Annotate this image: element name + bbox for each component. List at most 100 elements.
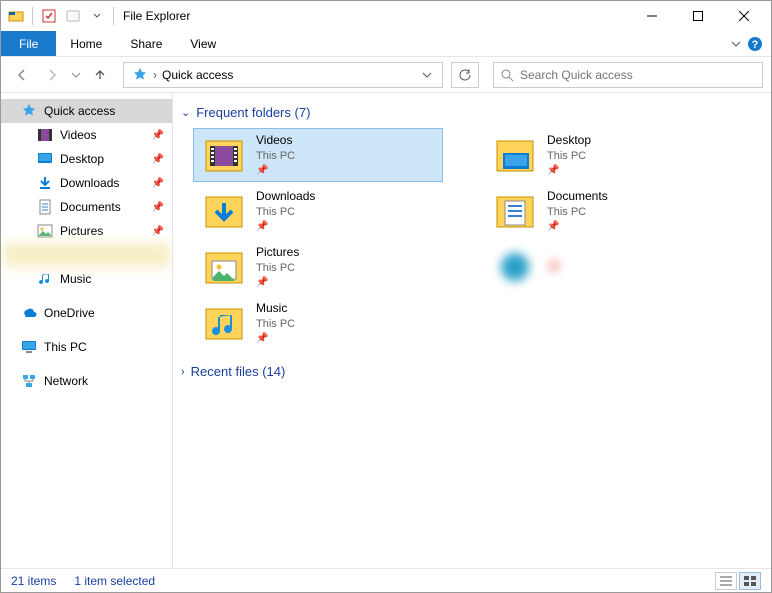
folder-name: Desktop — [547, 133, 591, 149]
details-view-button[interactable] — [715, 572, 737, 590]
group-recent-files[interactable]: › Recent files (14) — [175, 360, 769, 383]
ribbon-expand-icon[interactable] — [731, 39, 741, 49]
folder-location: This PC — [547, 205, 608, 219]
sidebar-item-quick-access[interactable]: Quick access — [1, 99, 172, 123]
sidebar-item-label: Downloads — [60, 176, 119, 190]
view-switcher — [715, 572, 761, 590]
pin-icon: 📌 — [256, 276, 299, 289]
group-label: Recent files (14) — [191, 364, 286, 379]
address-location: Quick access — [162, 68, 233, 82]
folder-item[interactable]: DesktopThis PC📌 — [484, 128, 734, 182]
group-frequent-folders[interactable]: ⌄ Frequent folders (7) — [175, 101, 769, 124]
pin-icon: 📌 — [256, 220, 315, 233]
up-button[interactable] — [87, 62, 113, 88]
tab-share[interactable]: Share — [116, 31, 176, 56]
close-button[interactable] — [721, 1, 767, 31]
sidebar-item-label: This PC — [44, 340, 87, 354]
back-button[interactable] — [9, 62, 35, 88]
folder-item[interactable]: MusicThis PC📌 — [193, 296, 443, 350]
folder-icon — [202, 246, 246, 288]
large-icons-view-button[interactable] — [739, 572, 761, 590]
sidebar-item-pictures[interactable]: Pictures 📌 — [1, 219, 172, 243]
pin-icon: 📌 — [256, 164, 295, 177]
videos-icon — [37, 127, 53, 143]
pin-icon: 📌 — [152, 130, 164, 141]
tab-view[interactable]: View — [176, 31, 230, 56]
folder-name: Videos — [256, 133, 295, 149]
sidebar-item-label: Videos — [60, 128, 96, 142]
pin-icon: 📌 — [256, 332, 295, 345]
folder-icon — [202, 302, 246, 344]
sidebar-item-redacted — [3, 243, 170, 267]
chevron-down-icon: ⌄ — [181, 106, 190, 119]
quick-access-toolbar — [5, 5, 117, 27]
folder-item[interactable]: DocumentsThis PC📌 — [484, 184, 734, 238]
pin-icon: 📌 — [152, 202, 164, 213]
search-box[interactable] — [493, 62, 763, 88]
sidebar-item-onedrive[interactable]: OneDrive — [1, 301, 172, 325]
sidebar-item-label: Documents — [60, 200, 121, 214]
status-bar: 21 items 1 item selected — [1, 568, 771, 592]
folder-item[interactable]: 📌 — [484, 240, 734, 294]
status-selected-count: 1 item selected — [74, 574, 155, 588]
address-dropdown-icon[interactable] — [416, 64, 438, 86]
navigation-bar: › Quick access — [1, 57, 771, 93]
sidebar-item-label: Pictures — [60, 224, 103, 238]
onedrive-icon — [21, 305, 37, 321]
pin-icon: 📌 — [547, 164, 591, 177]
title-bar: File Explorer — [1, 1, 771, 31]
sidebar-item-label: Quick access — [44, 104, 115, 118]
sidebar-item-documents[interactable]: Documents 📌 — [1, 195, 172, 219]
address-bar[interactable]: › Quick access — [123, 62, 443, 88]
help-icon[interactable]: ? — [747, 36, 763, 52]
folder-info: DesktopThis PC📌 — [547, 133, 591, 177]
quick-access-star-icon — [132, 67, 148, 83]
maximize-button[interactable] — [675, 1, 721, 31]
svg-text:?: ? — [752, 39, 759, 51]
tab-file[interactable]: File — [1, 31, 56, 56]
folder-icon — [202, 190, 246, 232]
group-label: Frequent folders (7) — [196, 105, 310, 120]
explorer-icon — [5, 5, 27, 27]
sidebar-item-downloads[interactable]: Downloads 📌 — [1, 171, 172, 195]
folder-info: VideosThis PC📌 — [256, 133, 295, 177]
breadcrumb[interactable]: › Quick access — [128, 67, 237, 83]
sidebar-item-this-pc[interactable]: This PC — [1, 335, 172, 359]
folder-icon — [493, 134, 537, 176]
folder-location: This PC — [547, 149, 591, 163]
pin-icon: 📌 — [547, 220, 608, 233]
network-icon — [21, 373, 37, 389]
navigation-pane: Quick access Videos 📌 Desktop 📌 Download… — [1, 93, 173, 568]
refresh-button[interactable] — [451, 62, 479, 88]
separator — [32, 7, 33, 25]
folder-item[interactable]: PicturesThis PC📌 — [193, 240, 443, 294]
sidebar-item-desktop[interactable]: Desktop 📌 — [1, 147, 172, 171]
tab-home[interactable]: Home — [56, 31, 116, 56]
folder-location: This PC — [256, 261, 299, 275]
forward-button[interactable] — [39, 62, 65, 88]
pictures-icon — [37, 223, 53, 239]
new-folder-icon[interactable] — [62, 5, 84, 27]
folder-item[interactable]: DownloadsThis PC📌 — [193, 184, 443, 238]
folder-icon — [202, 134, 246, 176]
sidebar-item-network[interactable]: Network — [1, 369, 172, 393]
sidebar-item-videos[interactable]: Videos 📌 — [1, 123, 172, 147]
status-item-count: 21 items — [11, 574, 56, 588]
body: Quick access Videos 📌 Desktop 📌 Download… — [1, 93, 771, 568]
properties-icon[interactable] — [38, 5, 60, 27]
folder-name: Documents — [547, 189, 608, 205]
search-icon — [500, 68, 514, 82]
minimize-button[interactable] — [629, 1, 675, 31]
qat-dropdown-icon[interactable] — [86, 5, 108, 27]
window-title: File Explorer — [123, 9, 190, 23]
pin-icon: 📌 — [152, 178, 164, 189]
recent-locations-button[interactable] — [69, 62, 83, 88]
ribbon-tabs: File Home Share View ? — [1, 31, 771, 57]
sidebar-item-label: Music — [60, 272, 91, 286]
folder-item[interactable]: VideosThis PC📌 — [193, 128, 443, 182]
music-icon — [37, 271, 53, 287]
window-controls — [629, 1, 767, 31]
downloads-icon — [37, 175, 53, 191]
sidebar-item-music[interactable]: Music — [1, 267, 172, 291]
search-input[interactable] — [520, 68, 756, 82]
